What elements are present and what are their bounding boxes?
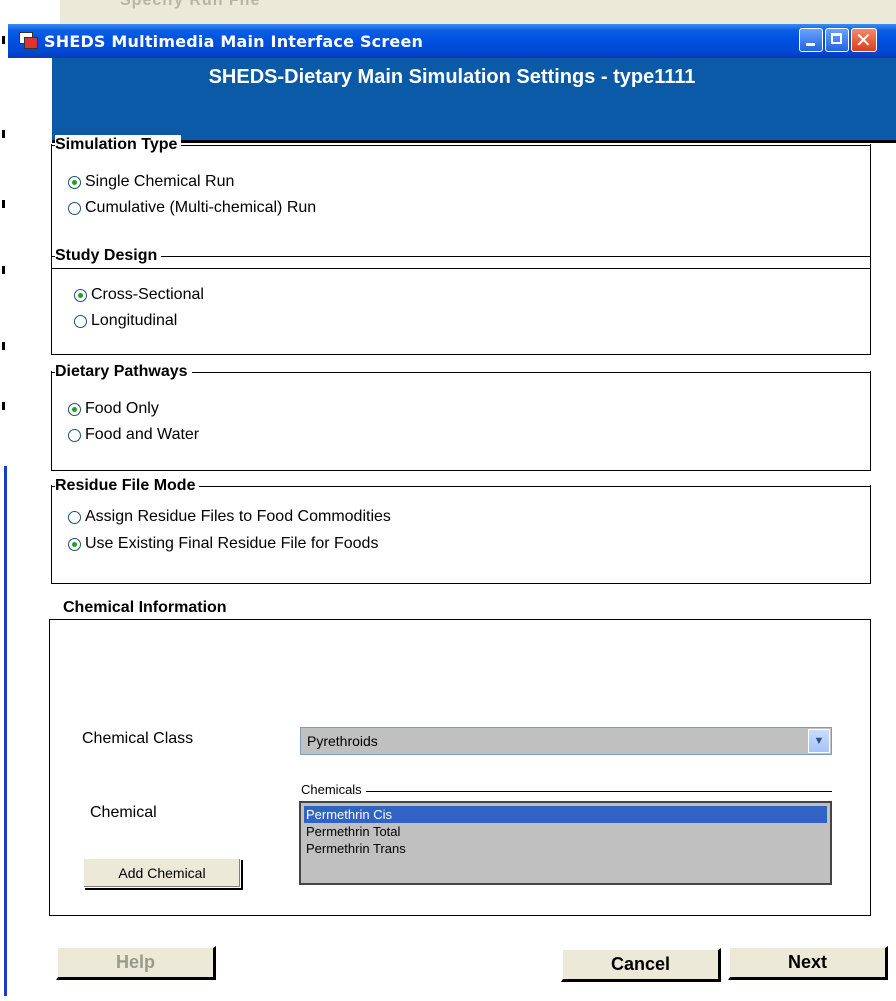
radio-use-existing-residue-file[interactable]: Use Existing Final Residue File for Food… [68, 535, 378, 553]
edge-mark [2, 36, 5, 44]
radio-food-only[interactable]: Food Only [68, 400, 159, 418]
header-banner: SHEDS-Dietary Main Simulation Settings -… [52, 58, 896, 143]
chemicals-caption-line [366, 791, 832, 792]
next-button[interactable]: Next [728, 946, 888, 980]
banner-title: SHEDS-Dietary Main Simulation Settings -… [208, 66, 696, 88]
radio-label: Food and Water [85, 426, 200, 443]
main-window: SHEDS Multimedia Main Interface Screen ✕… [8, 24, 896, 1001]
minimize-icon [806, 43, 815, 46]
study-design-group: Study Design Cross-Sectional Longitudina… [51, 246, 871, 356]
radio-label: Assign Residue Files to Food Commodities [85, 508, 391, 525]
background-window: Specify Run File [60, 0, 896, 24]
radio-unselected-icon[interactable] [74, 314, 87, 328]
radio-unselected-icon[interactable] [68, 510, 81, 524]
simulation-type-legend: Simulation Type [55, 135, 182, 155]
chemical-label: Chemical [90, 804, 157, 821]
title-bar[interactable]: SHEDS Multimedia Main Interface Screen ✕ [8, 24, 896, 58]
chemical-information-legend: Chemical Information [63, 598, 231, 618]
edge-mark [2, 342, 5, 350]
radio-assign-residue-files[interactable]: Assign Residue Files to Food Commodities [68, 508, 391, 526]
radio-label: Cross-Sectional [91, 286, 204, 303]
add-chemical-button[interactable]: Add Chemical [83, 858, 241, 888]
radio-cumulative-run[interactable]: Cumulative (Multi-chemical) Run [68, 199, 316, 217]
radio-label: Use Existing Final Residue File for Food… [85, 535, 379, 552]
dietary-pathways-group: Dietary Pathways Food Only Food and Wate… [51, 362, 871, 472]
maximize-button[interactable] [825, 28, 849, 52]
close-icon: ✕ [855, 28, 872, 52]
radio-label: Cumulative (Multi-chemical) Run [85, 199, 317, 216]
chemical-class-value: Pyrethroids [307, 733, 378, 749]
window-title: SHEDS Multimedia Main Interface Screen [44, 32, 424, 51]
radio-unselected-icon[interactable] [68, 201, 81, 215]
list-item[interactable]: Permethrin Total [304, 823, 827, 840]
residue-file-mode-group: Residue File Mode Assign Residue Files t… [51, 476, 871, 586]
app-icon [19, 32, 38, 49]
chemical-class-label: Chemical Class [82, 730, 194, 747]
background-ghost-text: Specify Run File [120, 0, 261, 9]
radio-food-and-water[interactable]: Food and Water [68, 426, 199, 444]
chevron-down-icon[interactable]: ▼ [808, 729, 830, 753]
residue-file-mode-legend: Residue File Mode [55, 476, 200, 496]
edge-mark [2, 402, 5, 410]
close-button[interactable]: ✕ [851, 28, 877, 52]
list-item[interactable]: Permethrin Trans [304, 840, 827, 857]
minimize-button[interactable] [799, 28, 823, 52]
radio-selected-icon[interactable] [68, 175, 81, 189]
edge-blue-bar [4, 466, 7, 996]
chemicals-list-caption: Chemicals [301, 782, 362, 797]
radio-single-chemical-run[interactable]: Single Chemical Run [68, 173, 234, 191]
radio-label: Longitudinal [91, 312, 178, 329]
maximize-icon [831, 33, 842, 44]
radio-selected-icon[interactable] [68, 402, 81, 416]
radio-selected-icon[interactable] [68, 537, 81, 551]
radio-unselected-icon[interactable] [68, 428, 81, 442]
radio-label: Single Chemical Run [85, 173, 235, 190]
chemical-class-select[interactable]: Pyrethroids ▼ [300, 727, 832, 755]
help-button[interactable]: Help [56, 946, 216, 980]
radio-label: Food Only [85, 400, 159, 417]
study-design-legend: Study Design [55, 246, 162, 266]
edge-mark [2, 266, 5, 274]
edge-mark [2, 130, 5, 138]
edge-mark [2, 200, 5, 208]
chemicals-listbox[interactable]: Permethrin Cis Permethrin Total Permethr… [299, 801, 832, 885]
list-item[interactable]: Permethrin Cis [304, 806, 827, 823]
cancel-button[interactable]: Cancel [561, 948, 721, 982]
radio-selected-icon[interactable] [74, 288, 87, 302]
dietary-pathways-legend: Dietary Pathways [55, 362, 192, 382]
radio-cross-sectional[interactable]: Cross-Sectional [74, 286, 204, 304]
radio-longitudinal[interactable]: Longitudinal [74, 312, 177, 330]
